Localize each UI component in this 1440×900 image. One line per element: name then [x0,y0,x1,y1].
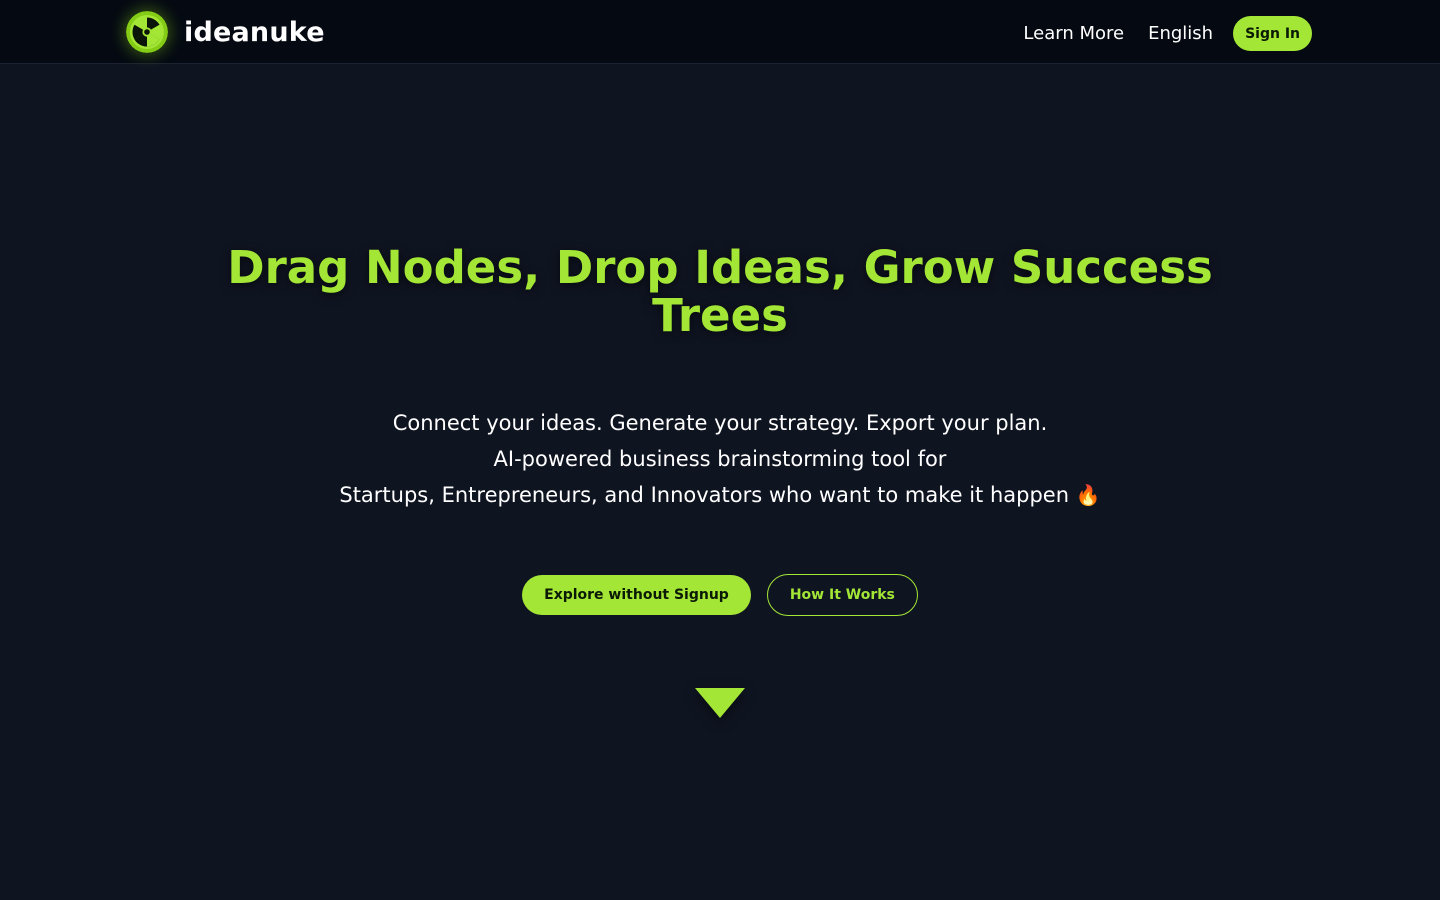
explore-without-signup-button[interactable]: Explore without Signup [522,575,751,615]
brand-link[interactable]: ideanuke [126,10,325,54]
how-it-works-button[interactable]: How It Works [766,574,918,616]
triangle-down-icon[interactable] [694,688,746,720]
sign-in-button[interactable]: Sign In [1233,16,1312,51]
brand-name: ideanuke [184,16,325,48]
hero-subtitle: Connect your ideas. Generate your strate… [220,405,1220,513]
radiation-icon [126,11,168,53]
language-selector[interactable]: English [1148,23,1213,44]
subtitle-line-3: Startups, Entrepreneurs, and Innovators … [220,477,1220,513]
fire-icon: 🔥 [1075,483,1101,507]
top-navbar: ideanuke Learn More English Sign In [0,0,1440,64]
subtitle-line-2: AI-powered business brainstorming tool f… [493,447,947,471]
cta-group: Explore without Signup How It Works [0,574,1440,616]
hero-title: Drag Nodes, Drop Ideas, Grow Success Tre… [227,241,1213,342]
subtitle-line-1: Connect your ideas. Generate your strate… [392,411,1048,435]
subtitle-line-3-text: Startups, Entrepreneurs, and Innovators … [339,483,1070,507]
nav-actions: Learn More English Sign In [1023,16,1312,51]
learn-more-link[interactable]: Learn More [1023,23,1124,44]
